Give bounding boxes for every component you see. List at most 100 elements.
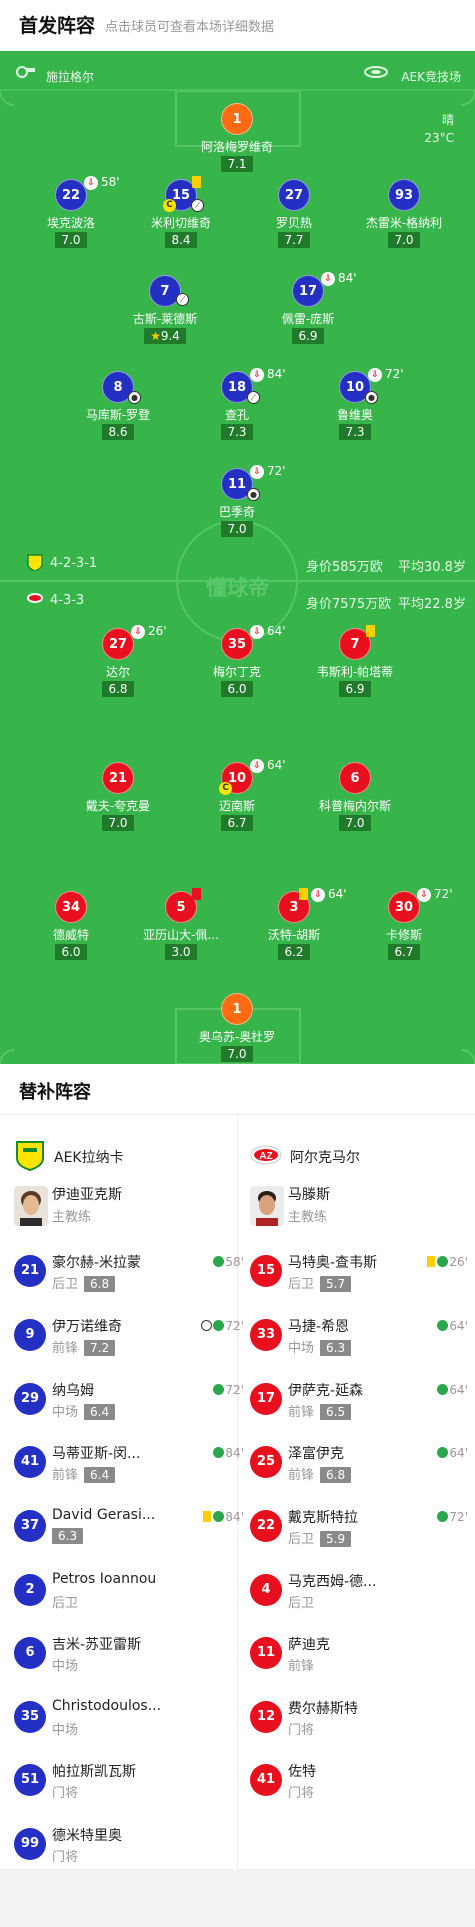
player-away-27[interactable]: 27 ⇩ 26' 达尔 6.8 (58, 624, 178, 697)
player-rating: 6.8 (102, 681, 134, 697)
home-coach[interactable]: 伊迪亚克斯 主教练 (14, 1186, 244, 1250)
sub-name: 戴克斯特拉 (288, 1510, 358, 1526)
weather-condition: 晴 (441, 113, 454, 127)
coach-role: 主教练 (288, 1210, 328, 1225)
player-away-35[interactable]: 35 ⇩ 64' 梅尔丁克 6.0 (177, 624, 297, 697)
player-name: 科普梅内尔斯 (318, 799, 391, 812)
goal-icon: ● (247, 488, 260, 501)
sub-position: 门将 (288, 1723, 315, 1738)
away-coach[interactable]: 马滕斯 主教练 (250, 1186, 475, 1250)
home-sub-row[interactable]: 2 Petros Ioannou 后卫 (14, 1571, 244, 1638)
sub-in-icon (213, 1320, 225, 1331)
sub-rating: 5.7 (320, 1276, 352, 1292)
player-name: 鲁维奥 (336, 408, 373, 421)
player-home-93[interactable]: 93 杰雷米-格纳利 7.0 (344, 179, 464, 248)
coach-role: 主教练 (52, 1210, 92, 1225)
home-sub-row[interactable]: 6 吉米-苏亚雷斯 中场 (14, 1637, 244, 1701)
away-formation: 4-3-3 (50, 593, 85, 608)
player-away-3[interactable]: 3 ⇩ 64' 沃特-胡斯 6.2 (234, 887, 354, 960)
sub-number: 22 (250, 1510, 282, 1542)
red-card-icon (192, 888, 201, 900)
player-home-22[interactable]: 22 ⇩ 58' 埃克波洛 7.0 (11, 175, 131, 248)
sub-in-minute: 64' (449, 1446, 468, 1460)
player-rating: 6.9 (292, 328, 324, 344)
home-sub-row[interactable]: 9 伊万诺维奇 前锋 7.2 72' (14, 1319, 244, 1383)
sub-number: 17 (250, 1383, 282, 1415)
player-rating: 6.2 (278, 944, 310, 960)
sub-in-minute: 64' (449, 1319, 468, 1333)
player-away-21[interactable]: 21 戴夫-夸克曼 7.0 (58, 762, 178, 831)
player-away-34[interactable]: 34 德威特 6.0 (11, 891, 131, 960)
player-away-5[interactable]: 5 亚历山大-佩... 3.0 (121, 888, 241, 960)
home-sub-row[interactable]: 35 Christodoulos... 中场 (14, 1698, 244, 1765)
sub-minute: 84' (338, 271, 357, 285)
away-sub-row[interactable]: 22 戴克斯特拉 后卫 5.9 72' (250, 1510, 468, 1574)
player-home-8[interactable]: 8 ● 马库斯-罗登 8.6 (58, 371, 178, 440)
sub-position: 前锋 6.4 (52, 1464, 116, 1483)
sub-position: 6.3 (52, 1528, 84, 1544)
sub-in-minute: 84' (225, 1446, 244, 1460)
player-home-1[interactable]: 1 阿洛梅罗维奇 7.1 (177, 103, 297, 172)
away-team-header[interactable]: AZ 阿尔克马尔 (250, 1131, 460, 1179)
sub-rating: 6.8 (84, 1276, 116, 1292)
player-away-30[interactable]: 30 ⇩ 72' 卡修斯 6.7 (344, 887, 464, 960)
player-name: 古斯-莱德斯 (132, 312, 198, 325)
sub-number: 2 (14, 1574, 46, 1606)
away-sub-row[interactable]: 33 马捷-希恩 中场 6.3 64' (250, 1319, 468, 1383)
away-sub-row[interactable]: 4 马克西姆-德... 后卫 (250, 1574, 468, 1638)
page-footer (0, 1869, 475, 1927)
player-away-7[interactable]: 7 韦斯利-帕塔蒂 6.9 (295, 625, 415, 697)
sub-event: 64' (437, 1446, 468, 1460)
player-number: 22 (55, 179, 87, 211)
player-home-18[interactable]: 18 ⇩ 84' ⟋ 查孔 7.3 (177, 367, 297, 440)
away-age: 平均22.8岁 (398, 597, 466, 612)
away-sub-row[interactable]: 41 佐特 门将 (250, 1764, 468, 1828)
away-sub-row[interactable]: 11 萨迪克 前锋 (250, 1637, 468, 1701)
sub-position: 后卫 5.9 (288, 1528, 352, 1547)
home-sub-row[interactable]: 41 马蒂亚斯-闵... 前锋 6.4 84' (14, 1446, 244, 1510)
player-away-6[interactable]: 6 科普梅内尔斯 7.0 (295, 762, 415, 831)
player-name: 马库斯-罗登 (85, 408, 151, 421)
player-rating: 3.0 (165, 944, 197, 960)
home-sub-row[interactable]: 21 豪尔赫-米拉蒙 后卫 6.8 58' (14, 1255, 244, 1319)
player-away-1[interactable]: 1 奥乌苏-奥杜罗 7.0 (177, 993, 297, 1062)
player-away-10[interactable]: 10 ⇩ 64' C 迈南斯 6.7 (177, 758, 297, 831)
sub-number: 9 (14, 1319, 46, 1351)
pitch: 施拉格尔 AEK竞技场 晴 23°C 懂球帝 4-2-3-1 身价585万欧 平… (0, 51, 475, 1064)
sub-name: Christodoulos... (52, 1698, 162, 1714)
home-sub-row[interactable]: 51 帕拉斯凯瓦斯 门将 (14, 1764, 244, 1828)
player-home-17[interactable]: 17 ⇩ 84' 佩雷-庞斯 6.9 (248, 271, 368, 344)
player-home-15[interactable]: 15 C ⟋ 米利切维奇 8.4 (121, 176, 241, 248)
player-name: 韦斯利-帕塔蒂 (316, 665, 394, 678)
player-home-27[interactable]: 27 罗贝热 7.7 (234, 179, 354, 248)
home-sub-row[interactable]: 29 纳乌姆 中场 6.4 72' (14, 1383, 244, 1447)
sub-out-icon: ⇩ (417, 888, 431, 902)
sub-name: 马克西姆-德... (288, 1574, 377, 1590)
sub-name: 豪尔赫-米拉蒙 (52, 1255, 142, 1271)
player-home-10[interactable]: 10 ⇩ 72' ● 鲁维奥 7.3 (295, 367, 415, 440)
sub-number: 33 (250, 1319, 282, 1351)
away-sub-row[interactable]: 12 费尔赫斯特 门将 (250, 1701, 468, 1765)
home-team-header[interactable]: AEK拉纳卡 (14, 1131, 224, 1179)
sub-number: 35 (14, 1701, 46, 1733)
coach-avatar (14, 1186, 48, 1226)
player-name: 巴季奇 (218, 505, 255, 518)
away-sub-row[interactable]: 25 泽富伊克 前锋 6.8 64' (250, 1446, 468, 1510)
player-rating: 7.0 (221, 1046, 253, 1062)
sub-in-minute: 84' (225, 1510, 244, 1524)
sub-event: 64' (437, 1319, 468, 1333)
away-sub-row[interactable]: 15 马特奥-查韦斯 后卫 5.7 26' (250, 1255, 468, 1319)
sub-number: 41 (250, 1764, 282, 1796)
player-home-7[interactable]: 7 ⟋ 古斯-莱德斯 ★9.4 (105, 275, 225, 344)
sub-number: 21 (14, 1255, 46, 1287)
player-rating: 7.3 (339, 424, 371, 440)
away-sub-row[interactable]: 17 伊萨克-延森 前锋 6.5 64' (250, 1383, 468, 1447)
sub-position: 中场 6.3 (288, 1337, 352, 1356)
sub-out-icon: ⇩ (250, 465, 264, 479)
player-rating: 7.0 (388, 232, 420, 248)
home-sub-row[interactable]: 37 David Gerasi... 6.3 84' (14, 1507, 244, 1574)
player-name: 迈南斯 (218, 799, 255, 812)
player-number: 6 (339, 762, 371, 794)
sub-number: 25 (250, 1446, 282, 1478)
player-home-11[interactable]: 11 ⇩ 72' ● 巴季奇 7.0 (177, 464, 297, 537)
